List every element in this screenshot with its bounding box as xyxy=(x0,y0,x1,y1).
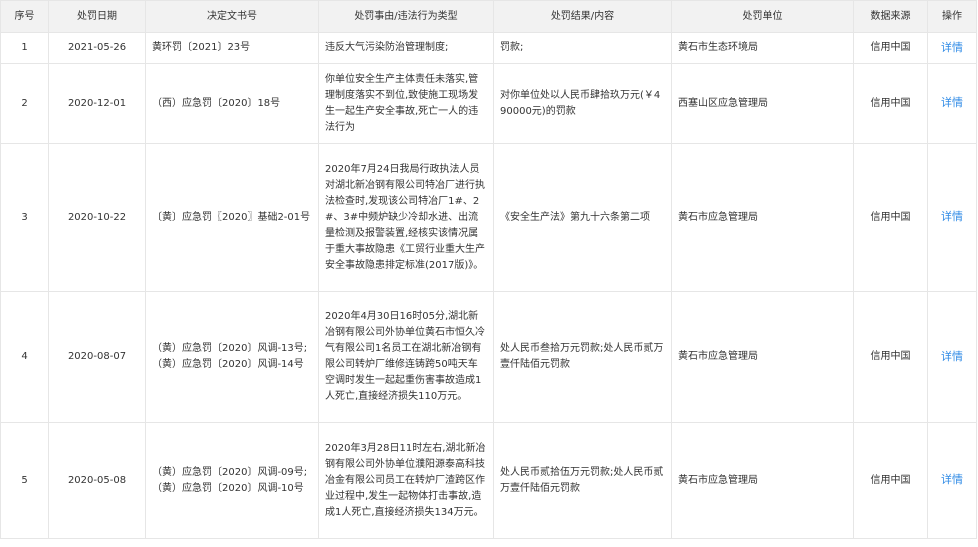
cell-action: 详情 xyxy=(927,143,977,292)
header-reason: 处罚事由/违法行为类型 xyxy=(318,0,494,33)
cell-reason: 2020年3月28日11时左右,湖北新冶钢有限公司外协单位濮阳源泰高科技冶金有限… xyxy=(318,422,494,539)
detail-link[interactable]: 详情 xyxy=(941,350,963,363)
header-index: 序号 xyxy=(0,0,49,33)
cell-result: 罚款; xyxy=(493,32,672,64)
cell-unit: 黄石市应急管理局 xyxy=(671,291,854,423)
cell-index: 3 xyxy=(0,143,49,292)
cell-doc-no: （黄）应急罚〔2020〕风调-13号;（黄）应急罚〔2020〕风调-14号 xyxy=(145,291,319,423)
cell-doc-no: 〔黄〕应急罚〖2020〗基础2-01号 xyxy=(145,143,319,292)
cell-index: 4 xyxy=(0,291,49,423)
cell-date: 2020-12-01 xyxy=(48,63,146,144)
cell-action: 详情 xyxy=(927,422,977,539)
cell-result: 《安全生产法》第九十六条第二项 xyxy=(493,143,672,292)
cell-source: 信用中国 xyxy=(853,422,928,539)
cell-action: 详情 xyxy=(927,63,977,144)
cell-date: 2020-10-22 xyxy=(48,143,146,292)
cell-doc-no: （西）应急罚〔2020〕18号 xyxy=(145,63,319,144)
header-action: 操作 xyxy=(927,0,977,33)
cell-doc-no: （黄）应急罚〔2020〕风调-09号;（黄）应急罚〔2020〕风调-10号 xyxy=(145,422,319,539)
cell-result: 处人民币叁拾万元罚款;处人民币贰万壹仟陆佰元罚款 xyxy=(493,291,672,423)
cell-unit: 黄石市应急管理局 xyxy=(671,143,854,292)
cell-source: 信用中国 xyxy=(853,291,928,423)
cell-reason: 违反大气污染防治管理制度; xyxy=(318,32,494,64)
header-source: 数据来源 xyxy=(853,0,928,33)
cell-reason: 你单位安全生产主体责任未落实,管理制度落实不到位,致使施工现场发生一起生产安全事… xyxy=(318,63,494,144)
detail-link[interactable]: 详情 xyxy=(941,473,963,486)
table-row: 1 2021-05-26 黄环罚〔2021〕23号 违反大气污染防治管理制度; … xyxy=(0,32,977,64)
cell-date: 2020-05-08 xyxy=(48,422,146,539)
cell-source: 信用中国 xyxy=(853,32,928,64)
cell-index: 1 xyxy=(0,32,49,64)
cell-result: 对你单位处以人民币肆拾玖万元(￥490000元)的罚款 xyxy=(493,63,672,144)
cell-action: 详情 xyxy=(927,291,977,423)
cell-reason: 2020年7月24日我局行政执法人员对湖北新冶钢有限公司特冶厂进行执法检查时,发… xyxy=(318,143,494,292)
cell-index: 2 xyxy=(0,63,49,144)
cell-date: 2021-05-26 xyxy=(48,32,146,64)
cell-unit: 黄石市生态环境局 xyxy=(671,32,854,64)
cell-doc-no: 黄环罚〔2021〕23号 xyxy=(145,32,319,64)
table-row: 2 2020-12-01 （西）应急罚〔2020〕18号 你单位安全生产主体责任… xyxy=(0,63,977,144)
table-row: 3 2020-10-22 〔黄〕应急罚〖2020〗基础2-01号 2020年7月… xyxy=(0,143,977,292)
header-date: 处罚日期 xyxy=(48,0,146,33)
cell-index: 5 xyxy=(0,422,49,539)
cell-date: 2020-08-07 xyxy=(48,291,146,423)
cell-source: 信用中国 xyxy=(853,143,928,292)
cell-result: 处人民币贰拾伍万元罚款;处人民币贰万壹仟陆佰元罚款 xyxy=(493,422,672,539)
header-result: 处罚结果/内容 xyxy=(493,0,672,33)
cell-reason: 2020年4月30日16时05分,湖北新冶钢有限公司外协单位黄石市恒久冷气有限公… xyxy=(318,291,494,423)
cell-action: 详情 xyxy=(927,32,977,64)
table-header-row: 序号 处罚日期 决定文书号 处罚事由/违法行为类型 处罚结果/内容 处罚单位 数… xyxy=(0,0,977,33)
table-row: 5 2020-05-08 （黄）应急罚〔2020〕风调-09号;（黄）应急罚〔2… xyxy=(0,422,977,539)
cell-source: 信用中国 xyxy=(853,63,928,144)
cell-unit: 西塞山区应急管理局 xyxy=(671,63,854,144)
cell-unit: 黄石市应急管理局 xyxy=(671,422,854,539)
detail-link[interactable]: 详情 xyxy=(941,96,963,109)
detail-link[interactable]: 详情 xyxy=(941,210,963,223)
table-row: 4 2020-08-07 （黄）应急罚〔2020〕风调-13号;（黄）应急罚〔2… xyxy=(0,291,977,423)
header-unit: 处罚单位 xyxy=(671,0,854,33)
detail-link[interactable]: 详情 xyxy=(941,41,963,54)
penalty-table: 序号 处罚日期 决定文书号 处罚事由/违法行为类型 处罚结果/内容 处罚单位 数… xyxy=(0,0,977,539)
header-doc-no: 决定文书号 xyxy=(145,0,319,33)
